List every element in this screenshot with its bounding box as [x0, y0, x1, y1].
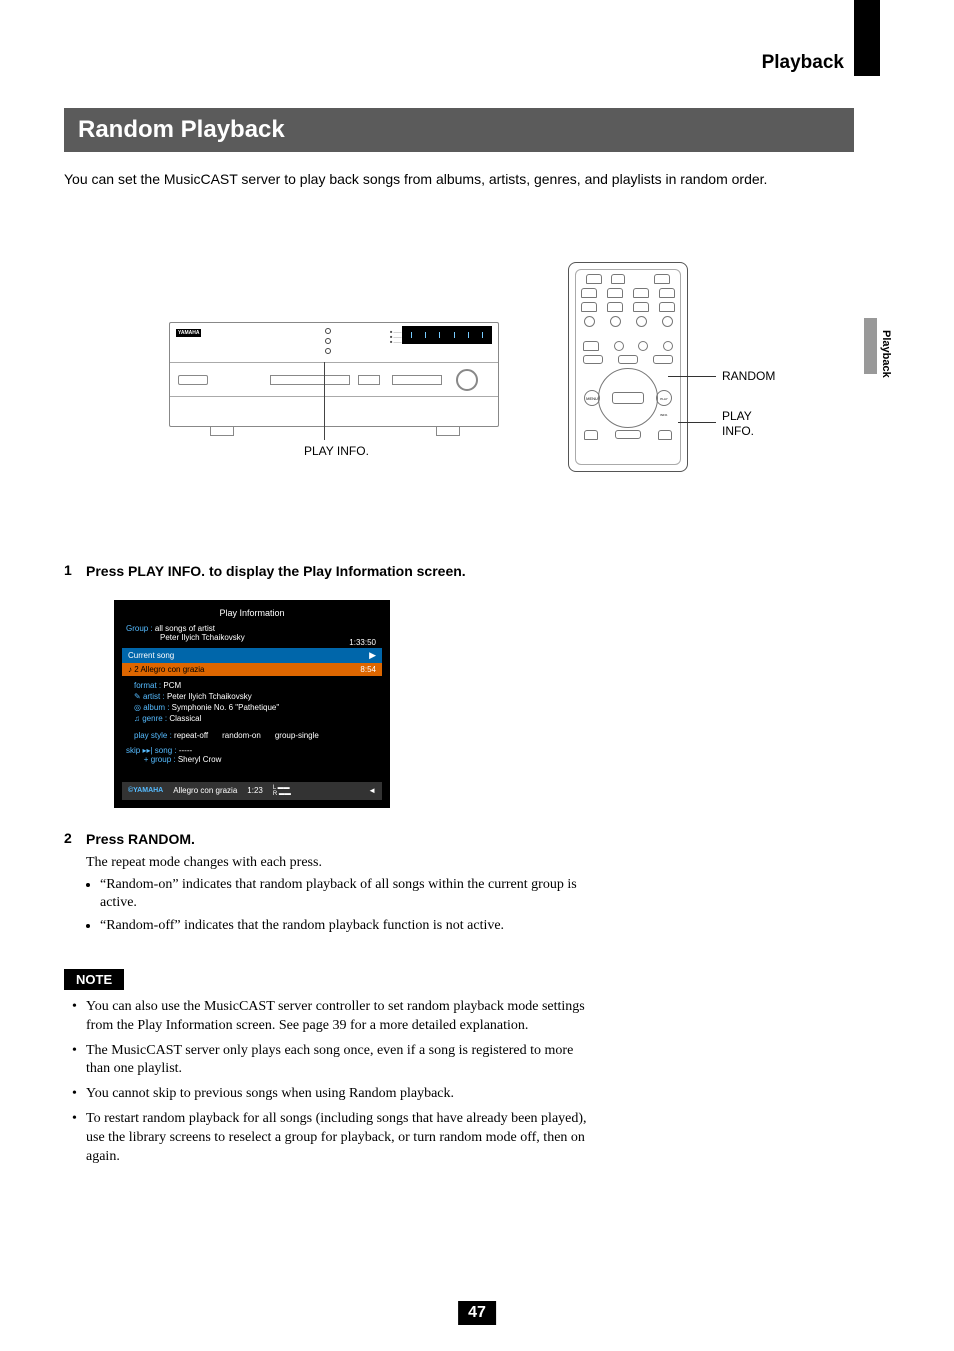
page-section-heading: Playback — [762, 52, 844, 74]
screen-footer-icon: ◄ — [368, 786, 376, 795]
remote-playinfo-button: PLAYINFO. — [656, 390, 672, 406]
skip-label: skip — [126, 746, 140, 755]
screen-group-label: Group : — [126, 624, 153, 633]
side-section-label: Playback — [880, 330, 892, 378]
step-desc: The repeat mode changes with each press. — [86, 854, 594, 872]
device-brand-label: YAMAHA — [176, 329, 201, 337]
remote-random-callout: RANDOM — [722, 369, 775, 385]
meta-format-val: PCM — [163, 681, 181, 690]
skip-group-val: Sheryl Crow — [178, 755, 222, 764]
intro-text: You can set the MusicCAST server to play… — [64, 170, 854, 190]
screen-footer-lr: L ▬▬R ▬▬ — [273, 785, 291, 797]
step-1: 1 Press PLAY INFO. to display the Play I… — [64, 562, 594, 586]
screen-track-time: 8:54 — [360, 665, 376, 674]
leader-line — [668, 376, 716, 377]
leader-line — [324, 362, 325, 440]
meta-format: format : — [134, 681, 161, 690]
note-item: The MusicCAST server only plays each son… — [76, 1042, 594, 1080]
step-2: 2 Press RANDOM. The repeat mode changes … — [64, 830, 594, 939]
side-index-marker — [854, 0, 880, 76]
side-tab-marker — [864, 318, 877, 374]
screen-brand: ©YAMAHA — [128, 787, 163, 794]
note-heading: NOTE — [64, 969, 124, 990]
skip-song-val: ----- — [179, 746, 192, 755]
step-title: Press RANDOM. — [86, 830, 594, 848]
screen-current-song-label: Current song — [128, 651, 174, 660]
note-item: To restart random playback for all songs… — [76, 1110, 594, 1167]
meta-genre: genre : — [142, 714, 167, 723]
step-number: 2 — [64, 830, 86, 939]
skip-group-label: group : — [151, 755, 176, 764]
screen-track-name: Allegro con grazia — [140, 665, 204, 674]
meta-artist-val: Peter Ilyich Tchaikovsky — [167, 692, 252, 701]
screen-track-no: 2 — [134, 665, 138, 674]
device-illustration: YAMAHA ■ ——■ ——■ —— — [169, 322, 499, 427]
leader-line — [678, 422, 716, 423]
skip-song-label: song : — [155, 746, 177, 755]
play-information-screen: Play Information Group : all songs of ar… — [114, 600, 390, 808]
meta-album: album : — [143, 703, 169, 712]
note-item: You can also use the MusicCAST server co… — [76, 998, 594, 1036]
page-number: 47 — [458, 1301, 496, 1325]
meta-group: group-single — [275, 731, 319, 740]
screen-group-value1: all songs of artist — [155, 624, 215, 633]
meta-genre-val: Classical — [169, 714, 201, 723]
step-bullet: “Random-off” indicates that the random p… — [100, 917, 594, 935]
meta-playstyle: play style : repeat-off — [134, 731, 208, 740]
screen-title: Play Information — [114, 600, 390, 618]
meta-album-val: Symphonie No. 6 "Pathetique" — [172, 703, 280, 712]
step-title: Press PLAY INFO. to display the Play Inf… — [86, 562, 594, 580]
screen-footer-time: 1:23 — [247, 786, 263, 795]
screen-total-time: 1:33:50 — [349, 638, 376, 647]
meta-random: random-on — [222, 731, 261, 740]
remote-illustration: MENU PLAYINFO. — [568, 262, 688, 472]
device-playinfo-callout: PLAY INFO. — [304, 444, 369, 458]
screen-footer-track: Allegro con grazia — [173, 786, 237, 795]
screen-group-value2: Peter Ilyich Tchaikovsky — [126, 633, 245, 642]
remote-playinfo-callout: PLAYINFO. — [722, 409, 754, 440]
step-number: 1 — [64, 562, 86, 586]
meta-artist: artist : — [143, 692, 165, 701]
step-bullet: “Random-on” indicates that random playba… — [100, 876, 594, 912]
note-item: You cannot skip to previous songs when u… — [76, 1085, 594, 1104]
play-indicator-icon: ▶ — [369, 650, 376, 661]
section-title-bar: Random Playback — [64, 108, 854, 152]
